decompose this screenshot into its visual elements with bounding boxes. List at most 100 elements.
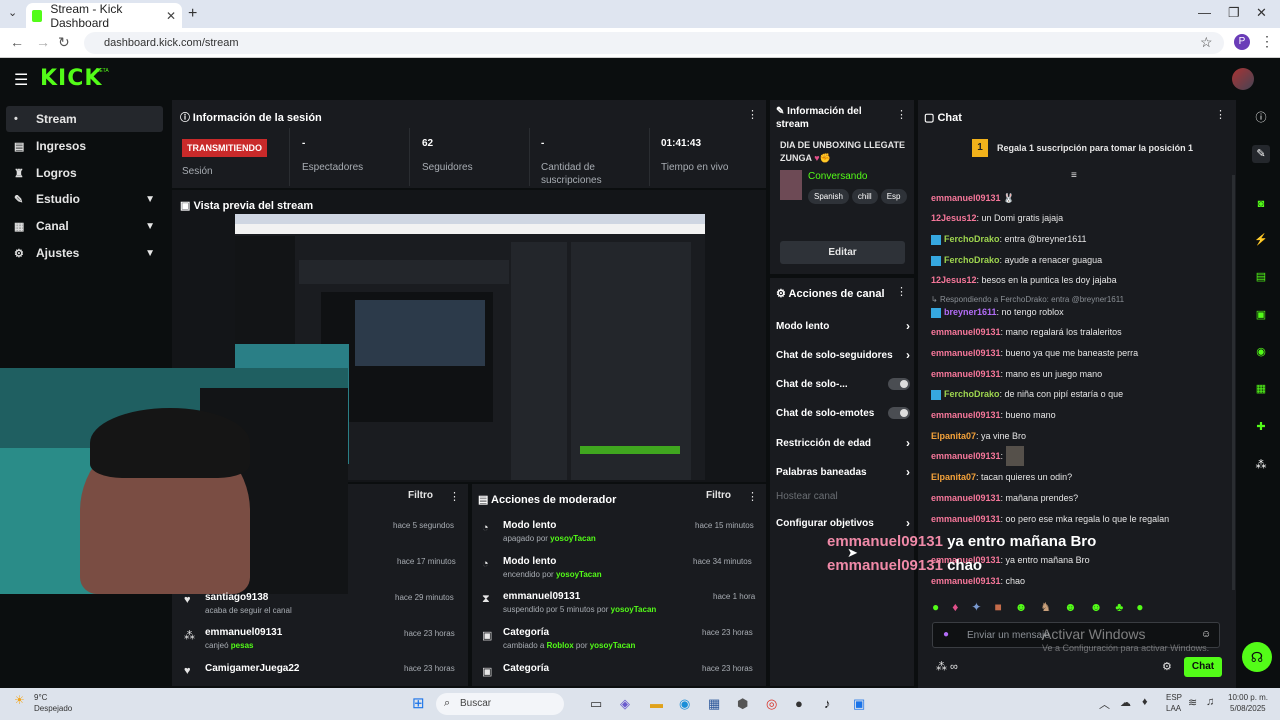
emote-icon[interactable]: ☻ <box>1090 600 1103 616</box>
close-window-icon[interactable]: ✕ <box>1256 5 1267 21</box>
emote-icon[interactable]: ● <box>1136 600 1143 616</box>
help-button[interactable]: ☊ <box>1242 642 1272 672</box>
followers-only-action[interactable]: Chat de solo-seguidores › <box>776 348 910 362</box>
emotes-only-toggle[interactable]: Chat de solo-emotes <box>776 407 910 419</box>
chat-bubble-icon[interactable]: ▣ <box>1252 306 1270 324</box>
dots-icon[interactable]: ⁂ <box>1252 456 1270 474</box>
chat-more-icon[interactable]: ⋮ <box>1215 108 1226 121</box>
tab-search-icon[interactable]: ⌄ <box>8 6 17 19</box>
slow-mode-icon: ◔ <box>482 522 489 534</box>
weather-icon[interactable]: ☀ <box>14 693 25 707</box>
edit-button[interactable]: Editar <box>780 241 905 264</box>
goals-action[interactable]: Configurar objetivos › <box>776 516 910 530</box>
app-icon[interactable]: ⬢ <box>737 696 748 712</box>
channel-actions-more-icon[interactable]: ⋮ <box>896 285 907 298</box>
stream-title: DIA DE UNBOXING LLEGATE ZUNGA ♥✊ <box>780 140 906 163</box>
menu-icon[interactable]: ☰ <box>14 70 28 90</box>
bookmark-star-icon[interactable]: ☆ <box>1200 34 1213 51</box>
sidebar-item-logros[interactable]: ♜ Logros <box>6 160 163 186</box>
kick-logo[interactable]: KICK <box>40 66 102 91</box>
banned-words-action[interactable]: Palabras baneadas › <box>776 465 910 479</box>
mod-more-icon[interactable]: ⋮ <box>747 490 758 503</box>
forward-icon[interactable]: → <box>36 34 50 50</box>
session-more-icon[interactable]: ⋮ <box>747 108 758 121</box>
layout-icon[interactable]: ▦ <box>1252 380 1270 398</box>
app-icon[interactable]: ▣ <box>853 696 865 712</box>
chrome-icon[interactable]: ◎ <box>766 696 777 712</box>
windows-start-icon[interactable]: ⊞ <box>412 694 425 712</box>
subs-only-toggle[interactable]: Chat de solo-... <box>776 378 910 390</box>
sidebar-item-ajustes[interactable]: ⚙ Ajustes ▼ <box>6 240 163 266</box>
clock-date[interactable]: 5/08/2025 <box>1230 704 1266 713</box>
user-avatar[interactable] <box>1232 68 1254 90</box>
mod-filter-button[interactable]: Filtro <box>706 490 731 501</box>
store-icon[interactable]: ▦ <box>708 696 720 712</box>
sidebar-item-canal[interactable]: ▦ Canal ▼ <box>6 213 163 239</box>
emote-icon[interactable]: ♞ <box>1040 600 1051 616</box>
emoji-icon[interactable]: ☺ <box>1201 629 1211 640</box>
reload-icon[interactable]: ↻ <box>58 34 70 51</box>
obs-icon[interactable]: ● <box>795 696 803 711</box>
broadcast-icon[interactable]: ◉ <box>1252 343 1270 361</box>
send-chat-button[interactable]: Chat <box>1184 657 1222 677</box>
chat-message: emmanuel09131: mañana prendes? <box>931 493 1079 503</box>
back-icon[interactable]: ← <box>10 34 24 50</box>
emote-icon[interactable]: ✦ <box>971 600 981 616</box>
browser-tab[interactable]: Stream - Kick Dashboard ✕ <box>26 2 182 30</box>
emote-icon[interactable]: ♣ <box>1115 600 1123 616</box>
emote-icon[interactable]: ● <box>932 600 939 616</box>
sidebar-item-stream[interactable]: • Stream <box>6 106 163 132</box>
wifi-icon[interactable]: ≋ <box>1188 696 1197 709</box>
beta-label: BETA <box>96 68 109 74</box>
wrench-icon[interactable]: ✚ <box>1252 418 1270 436</box>
tag[interactable]: Spanish <box>808 189 849 204</box>
sidebar-item-estudio[interactable]: ✎ Estudio ▼ <box>6 186 163 212</box>
task-view-icon[interactable]: ▭ <box>590 696 602 712</box>
microphone-icon[interactable]: ● <box>943 629 949 640</box>
chat-settings-icon[interactable]: ⚙ <box>1162 660 1172 673</box>
chat-scrollbar[interactable] <box>1232 175 1235 590</box>
points-icon[interactable]: ⁂ ∞ <box>936 660 958 673</box>
list-icon[interactable]: ▤ <box>1252 268 1270 286</box>
edit-icon[interactable]: ✎ <box>1252 145 1270 163</box>
url-field[interactable]: dashboard.kick.com/stream <box>84 32 1224 54</box>
slow-mode-action[interactable]: Modo lento › <box>776 319 910 333</box>
tiktok-icon[interactable]: ♪ <box>824 696 831 711</box>
emote-icon[interactable]: ♦ <box>952 600 958 616</box>
volume-icon[interactable]: ♫ <box>1206 696 1214 708</box>
browser-menu-icon[interactable]: ⋮ <box>1260 33 1274 50</box>
age-restriction-action[interactable]: Restricción de edad › <box>776 436 910 450</box>
clock-time[interactable]: 10:00 p. m. <box>1228 693 1268 702</box>
emote-icon[interactable]: ■ <box>994 600 1001 616</box>
tab-close-icon[interactable]: ✕ <box>166 9 176 23</box>
tray-chevron-icon[interactable]: ︿ <box>1099 696 1110 712</box>
copilot-icon[interactable]: ◈ <box>620 696 630 712</box>
stream-info-more-icon[interactable]: ⋮ <box>896 108 907 121</box>
language-region[interactable]: LAA <box>1166 704 1181 713</box>
new-tab-icon[interactable]: + <box>188 5 197 23</box>
list-item: ◔ Modo lento apagado por yosoyTacan <box>482 520 596 543</box>
tag[interactable]: chill <box>851 189 878 204</box>
language-code[interactable]: ESP <box>1166 693 1182 702</box>
activity-more-icon[interactable]: ⋮ <box>449 490 460 503</box>
stream-alert-overlay: emmanuel09131 ya entro mañana Bro <box>827 533 1097 550</box>
pinned-filter-icon[interactable]: ≡ <box>1071 170 1077 181</box>
taskbar-search[interactable]: ⌕ Buscar <box>436 693 564 715</box>
emote-icon[interactable]: ☻ <box>1015 600 1028 616</box>
info-icon[interactable]: ⓘ <box>1252 109 1270 127</box>
network-icon[interactable]: ☁ <box>1120 696 1131 709</box>
sidebar-item-ingresos[interactable]: ▤ Ingresos <box>6 133 163 159</box>
mic-icon[interactable]: ♦ <box>1142 696 1148 708</box>
weather-temp: 9°C <box>34 693 48 702</box>
minimize-icon[interactable]: — <box>1198 5 1211 20</box>
emote-icon[interactable]: ☻ <box>1064 600 1077 616</box>
camera-icon[interactable]: ◙ <box>1252 195 1270 213</box>
profile-avatar[interactable]: P <box>1234 34 1250 50</box>
file-explorer-icon[interactable]: ▬ <box>650 696 663 711</box>
lightning-icon[interactable]: ⚡ <box>1252 231 1270 249</box>
tag[interactable]: Esp <box>880 189 907 204</box>
maximize-icon[interactable]: ❐ <box>1228 5 1240 21</box>
activity-filter-button[interactable]: Filtro <box>408 490 433 501</box>
category-link[interactable]: Conversando <box>808 171 867 182</box>
edge-icon[interactable]: ◉ <box>679 696 690 712</box>
